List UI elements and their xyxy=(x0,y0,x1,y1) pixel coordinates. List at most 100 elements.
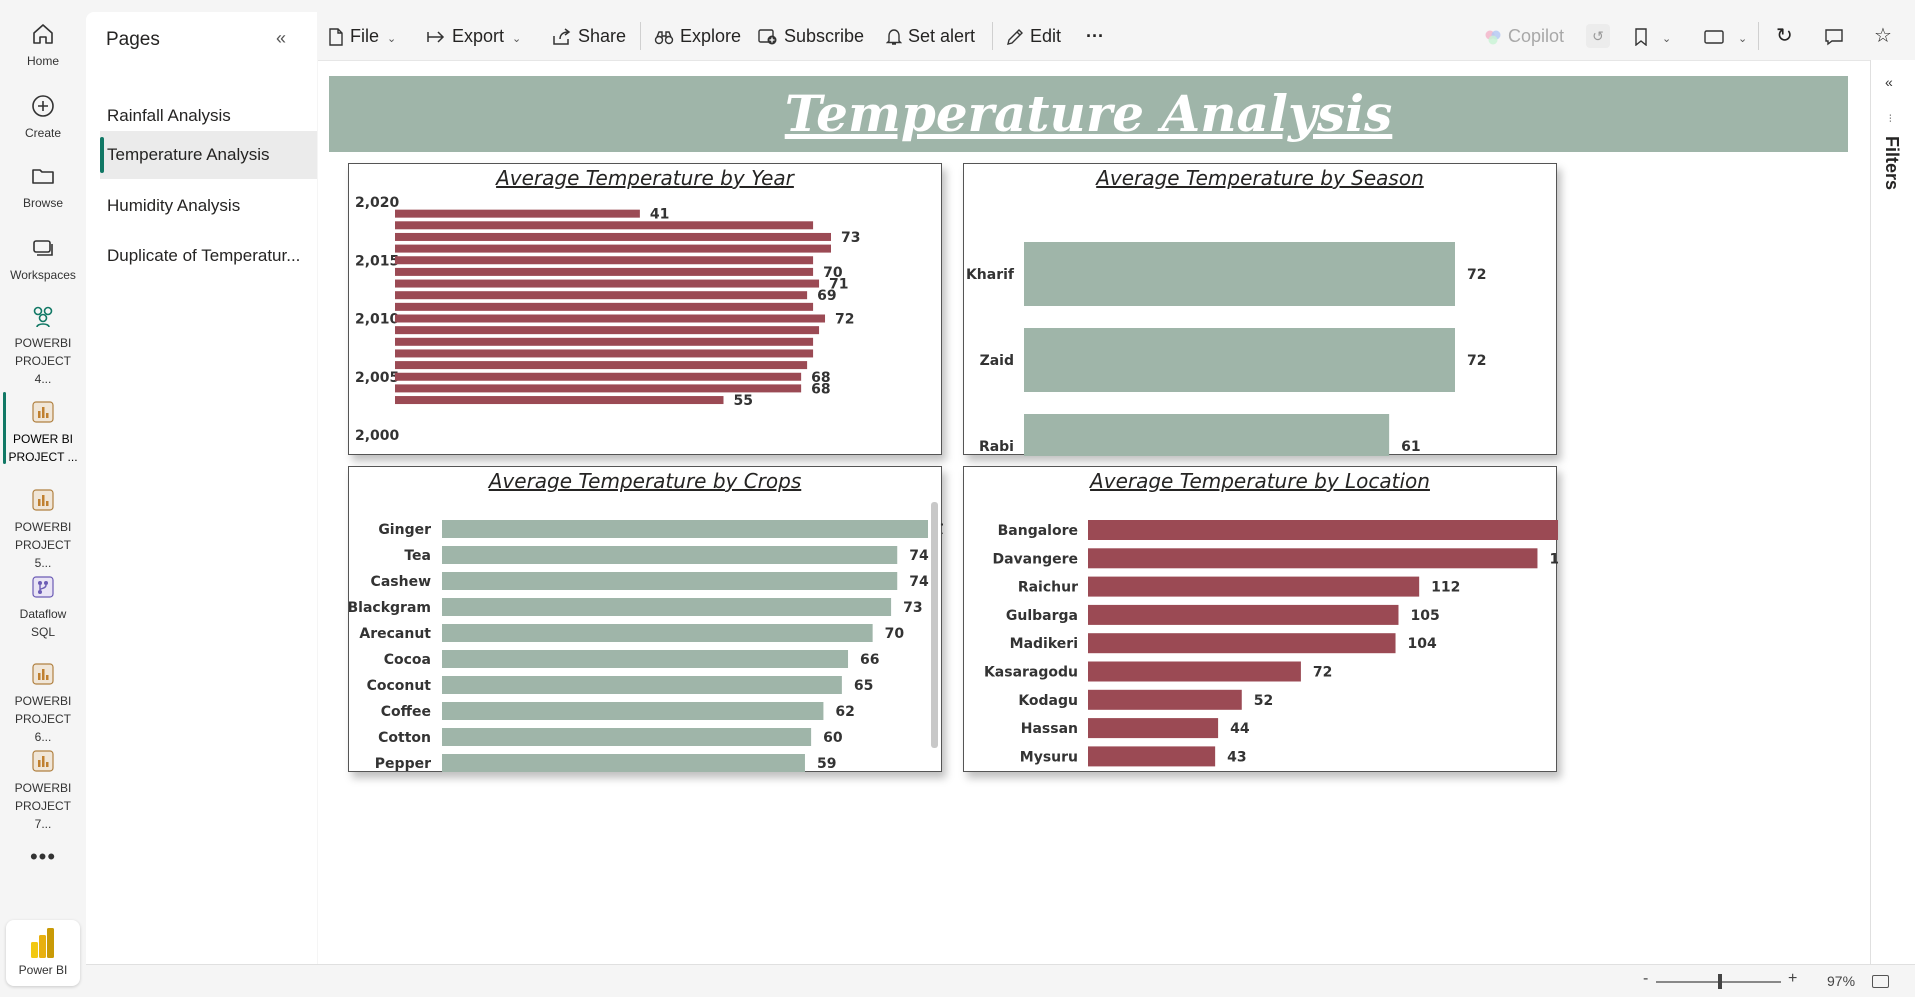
bar xyxy=(442,520,928,538)
category-label: Pepper xyxy=(375,756,431,772)
filter-icon: ⫶ xyxy=(1889,114,1892,125)
subscribe-icon xyxy=(758,29,777,45)
nav-dataflow-sql[interactable]: Dataflow SQL xyxy=(0,573,86,641)
data-label: 104 xyxy=(1408,636,1437,652)
explore-label: Explore xyxy=(680,26,742,46)
page-item-duplicate[interactable]: Duplicate of Temperatur... xyxy=(100,232,317,280)
data-label: 62 xyxy=(835,704,854,720)
more-options-button[interactable]: ··· xyxy=(1086,12,1104,60)
y-tick-label: 2,015 xyxy=(355,253,399,269)
data-label: 59 xyxy=(817,756,836,772)
filters-label: Filters xyxy=(1882,136,1902,191)
copilot-label: Copilot xyxy=(1508,26,1565,46)
data-label: 73 xyxy=(841,230,860,246)
comment-button[interactable] xyxy=(1824,12,1850,60)
file-menu-button[interactable]: File ⌄ xyxy=(328,12,396,60)
edit-button[interactable]: Edit xyxy=(1006,12,1061,60)
data-label: 44 xyxy=(1230,721,1250,737)
category-label: Cocoa xyxy=(384,652,431,668)
nav-report-project-6[interactable]: POWERBI PROJECT 6... xyxy=(0,660,86,746)
category-label: Zaid xyxy=(980,353,1014,369)
category-label: Kasaragodu xyxy=(984,665,1078,681)
data-label: 70 xyxy=(885,626,905,642)
category-label: Cotton xyxy=(378,730,431,746)
power-bi-logo-icon xyxy=(31,928,54,958)
chart-temperature-by-crops[interactable]: Average Temperature by Crops Ginger79Tea… xyxy=(348,466,943,772)
report-canvas: Temperature Analysis Average Temperature… xyxy=(318,60,1870,964)
chevron-down-icon: ⌄ xyxy=(512,33,522,45)
data-label: 73 xyxy=(903,600,922,616)
toolbar-divider xyxy=(1758,22,1759,50)
collapse-pages-icon[interactable]: « xyxy=(276,28,286,49)
bar xyxy=(442,546,898,564)
category-label: Raichur xyxy=(1018,580,1078,596)
nav-more-button[interactable]: ••• xyxy=(0,844,86,870)
bar xyxy=(395,372,802,381)
zoom-slider-thumb[interactable] xyxy=(1718,974,1722,989)
chart-temperature-by-location[interactable]: Average Temperature by Location Bangalor… xyxy=(963,466,1558,772)
nav-report-project-7-label: POWERBI PROJECT 7... xyxy=(14,781,72,831)
view-button[interactable]: ⌄ xyxy=(1704,12,1747,60)
category-label: Tea xyxy=(404,548,431,564)
zoom-in-button[interactable]: + xyxy=(1788,970,1797,988)
workspaces-icon xyxy=(33,240,53,256)
copilot-button[interactable]: Copilot xyxy=(1484,12,1564,60)
file-icon xyxy=(329,28,343,46)
nav-browse[interactable]: Browse xyxy=(0,162,86,212)
bar xyxy=(395,349,814,358)
power-bi-app-switcher[interactable]: Power BI xyxy=(6,920,80,986)
nav-report-project-5[interactable]: POWERBI PROJECT 5... xyxy=(0,486,86,572)
share-button[interactable]: Share xyxy=(552,12,626,60)
crops-bar-chart: Ginger 79 Tea 74 Cashew 74 Blackgram 73 Arecanut… xyxy=(349,520,943,772)
reset-icon[interactable]: ↺ xyxy=(1586,24,1610,48)
app-window: Home Create Browse Workspaces POWERBI PR… xyxy=(0,0,1915,997)
bar xyxy=(1088,633,1396,654)
refresh-icon[interactable]: ↻ xyxy=(1776,12,1793,60)
bar xyxy=(395,302,814,311)
fit-to-page-icon[interactable] xyxy=(1872,975,1889,988)
chart-temperature-by-year[interactable]: Average Temperature by Year 2,020 2,015 2,… xyxy=(348,163,942,455)
filters-pane[interactable]: « ⫶ Filters xyxy=(1870,60,1915,964)
view-icon xyxy=(1704,30,1724,44)
export-menu-button[interactable]: Export ⌄ xyxy=(426,12,521,60)
y-tick-label: 2,000 xyxy=(355,428,400,444)
category-label: Hassan xyxy=(1021,721,1078,737)
bar xyxy=(395,326,820,335)
nav-report-power-bi-project[interactable]: POWER BI PROJECT ... xyxy=(0,398,86,466)
plus-circle-icon xyxy=(32,95,54,117)
nav-workspaces[interactable]: Workspaces xyxy=(0,234,86,284)
explore-button[interactable]: Explore xyxy=(654,12,741,60)
data-label: 69 xyxy=(817,288,836,304)
y-tick-label: 2,010 xyxy=(355,312,400,328)
favorite-star-icon[interactable]: ☆ xyxy=(1874,12,1892,60)
category-label: Davangere xyxy=(992,551,1078,567)
y-tick-label: 2,005 xyxy=(355,370,399,386)
zoom-out-button[interactable]: - xyxy=(1643,970,1648,988)
nav-home[interactable]: Home xyxy=(0,20,86,70)
bar xyxy=(395,396,724,405)
nav-report-project-6-label: POWERBI PROJECT 6... xyxy=(14,694,72,744)
nav-report-project-7[interactable]: POWERBI PROJECT 7... xyxy=(0,747,86,833)
bar xyxy=(1088,746,1216,767)
bar xyxy=(442,754,805,772)
year-bar-chart: 2,0202,0152,0102,0052,000417370716972686… xyxy=(355,195,860,444)
expand-filters-icon[interactable]: « xyxy=(1885,74,1893,90)
page-item-humidity[interactable]: Humidity Analysis xyxy=(100,182,317,230)
bar xyxy=(1088,661,1301,682)
category-label: Blackgram xyxy=(349,600,431,616)
subscribe-button[interactable]: Subscribe xyxy=(758,12,864,60)
status-bar: - + 97% xyxy=(86,964,1915,997)
set-alert-button[interactable]: Set alert xyxy=(885,12,975,60)
bar xyxy=(395,244,831,253)
category-label: Gulbarga xyxy=(1006,608,1078,624)
bookmark-button[interactable]: ⌄ xyxy=(1634,12,1671,60)
chart-temperature-by-season[interactable]: Average Temperature by Season Kharif 72 Za… xyxy=(963,163,1557,456)
chart-scrollbar[interactable] xyxy=(931,502,938,748)
bell-icon xyxy=(885,29,903,45)
nav-workspace-project-4[interactable]: POWERBI PROJECT 4... xyxy=(0,302,86,388)
page-item-temperature[interactable]: Temperature Analysis xyxy=(100,131,317,179)
edit-label: Edit xyxy=(1030,26,1062,46)
report-icon xyxy=(32,750,54,772)
nav-create[interactable]: Create xyxy=(0,92,86,142)
share-icon xyxy=(553,28,571,45)
